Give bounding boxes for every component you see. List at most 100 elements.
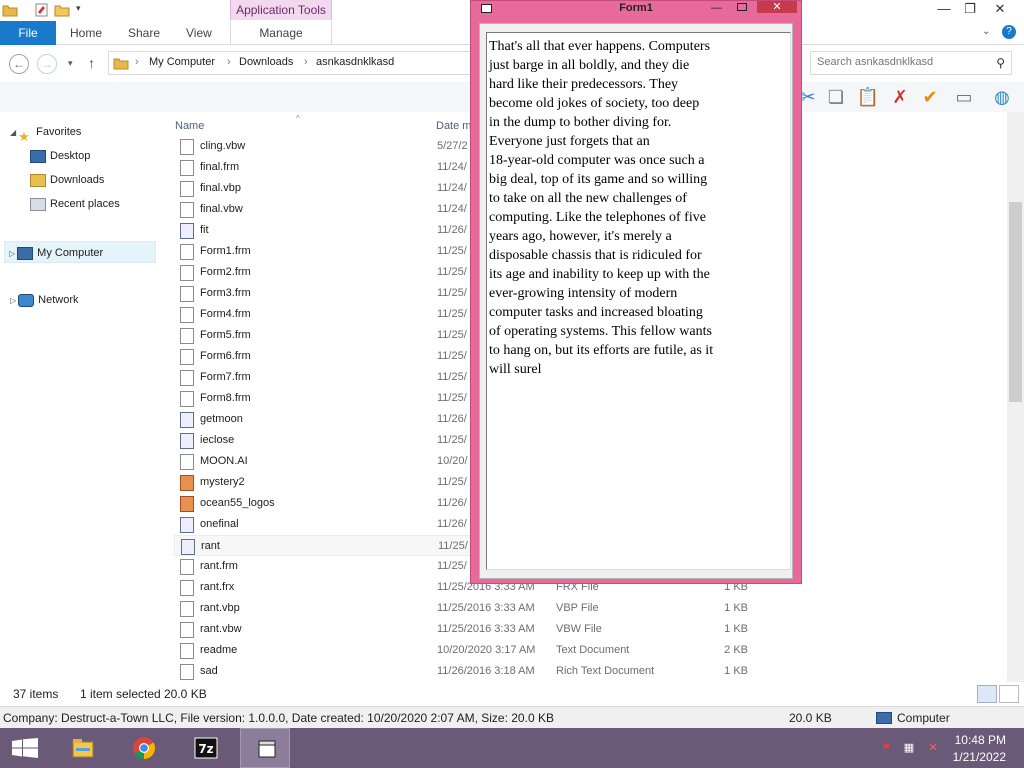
file-name: Form4.frm: [200, 308, 251, 320]
checkmark-icon[interactable]: ✔: [918, 85, 942, 109]
forward-button[interactable]: →: [37, 54, 57, 74]
file-type: Rich Text Document: [556, 665, 655, 677]
file-size: 1 KB: [724, 602, 748, 614]
folder-icon: [2, 5, 18, 17]
copy-icon[interactable]: ❏: [824, 85, 848, 109]
rant-textbox[interactable]: That's all that ever happens. Computers …: [486, 32, 791, 570]
document-icon: [180, 559, 194, 575]
taskbar-7zip[interactable]: 7z: [180, 728, 230, 768]
tab-view[interactable]: View: [186, 21, 212, 45]
breadcrumb-my-computer[interactable]: My Computer: [149, 56, 215, 68]
file-name: Form5.frm: [200, 329, 251, 341]
recent-locations-icon[interactable]: ▾: [68, 58, 73, 69]
document-icon: [180, 328, 194, 344]
volume-muted-icon[interactable]: ✕: [926, 741, 940, 755]
maximize-button[interactable]: ❐: [956, 0, 984, 20]
file-name: rant.vbw: [200, 623, 242, 635]
folder-icon: [113, 58, 129, 70]
file-name: final.vbp: [200, 182, 241, 194]
file-date: 10/20/2020 3:17 AM: [437, 644, 536, 656]
executable-icon: [180, 433, 194, 449]
ribbon-expand-icon[interactable]: ⌄: [982, 26, 990, 37]
nav-my-computer[interactable]: ▷ My Computer: [4, 241, 156, 263]
nav-recent-places[interactable]: Recent places: [30, 193, 120, 215]
globe-icon[interactable]: ◍: [990, 85, 1014, 109]
delete-icon[interactable]: ✗: [888, 85, 912, 109]
selection-size: 20.0 KB: [164, 687, 207, 701]
up-icon[interactable]: ↑: [88, 55, 95, 71]
file-date: 11/25/: [437, 308, 467, 320]
tab-file[interactable]: File: [0, 21, 56, 45]
file-name: cling.vbw: [200, 140, 246, 152]
file-row[interactable]: sad 11/26/2016 3:18 AM Rich Text Document 1…: [174, 661, 794, 682]
search-box[interactable]: ⚲: [810, 51, 1012, 75]
nav-downloads[interactable]: Downloads: [30, 169, 104, 191]
minimize-button[interactable]: —: [930, 0, 958, 20]
file-date: 11/26/: [437, 413, 467, 425]
chrome-icon: [133, 737, 155, 759]
close-button[interactable]: ✕: [986, 0, 1014, 20]
file-name: onefinal: [200, 518, 239, 530]
item-count: 37 items: [13, 687, 59, 701]
file-date: 11/25/: [437, 371, 467, 383]
file-date: 11/24/: [437, 203, 467, 215]
file-row[interactable]: readme 10/20/2020 3:17 AM Text Document 2 K…: [174, 640, 794, 661]
file-date: 11/26/: [437, 224, 467, 236]
network-status-icon[interactable]: ▦: [902, 741, 916, 755]
new-folder-icon[interactable]: [54, 3, 70, 17]
file-size: 2 KB: [724, 644, 748, 656]
file-name: final.vbw: [200, 203, 243, 215]
form1-title: Form1: [619, 2, 653, 14]
rename-icon[interactable]: ▭: [952, 85, 976, 109]
breadcrumb-downloads[interactable]: Downloads: [239, 56, 293, 68]
taskbar-form1[interactable]: [240, 728, 290, 768]
action-center-flag-icon[interactable]: ⚑: [879, 741, 893, 755]
contextual-tab-application-tools: Application Tools: [230, 0, 332, 20]
nav-desktop[interactable]: Desktop: [30, 145, 90, 167]
system-tray: ⚑ ▦ ✕ 10:48 PM 1/21/2022: [864, 728, 1024, 768]
file-row[interactable]: rant.vbp 11/25/2016 3:33 AM VBP File 1 KB: [174, 598, 794, 619]
breadcrumb-current-folder[interactable]: asnkasdnklkasd: [316, 56, 394, 68]
recent-places-icon: [30, 197, 46, 211]
form1-minimize-button[interactable]: —: [711, 2, 722, 14]
taskbar-chrome[interactable]: [118, 728, 168, 768]
file-date: 11/25/: [437, 560, 467, 572]
form1-title-bar[interactable]: Form1 — ✕: [471, 1, 801, 17]
form1-maximize-button[interactable]: [737, 3, 747, 11]
start-button[interactable]: [0, 728, 50, 768]
search-icon[interactable]: ⚲: [996, 56, 1005, 70]
file-name: rant.frm: [200, 560, 238, 572]
large-icons-view-button[interactable]: [999, 685, 1019, 703]
help-icon[interactable]: ?: [1002, 25, 1016, 39]
taskbar-file-explorer[interactable]: [57, 728, 107, 768]
file-size: 1 KB: [724, 665, 748, 677]
form1-close-button[interactable]: ✕: [757, 1, 797, 13]
tab-manage[interactable]: Manage: [230, 21, 332, 45]
document-icon: [180, 643, 194, 659]
search-input[interactable]: [817, 56, 987, 68]
column-header-name[interactable]: Name: [175, 120, 204, 132]
quick-access-dropdown-icon[interactable]: ▾: [76, 3, 81, 14]
computer-icon: [17, 246, 34, 260]
tab-share[interactable]: Share: [128, 21, 160, 45]
paste-icon[interactable]: 📋: [856, 85, 880, 109]
file-type: VBP File: [556, 602, 599, 614]
properties-icon[interactable]: [34, 3, 50, 17]
file-size: 1 KB: [724, 623, 748, 635]
file-date: 11/25/: [438, 540, 468, 552]
tab-home[interactable]: Home: [70, 21, 102, 45]
vertical-scrollbar[interactable]: [1007, 112, 1024, 682]
file-date: 11/25/: [437, 266, 467, 278]
nav-favorites[interactable]: ◢ ★ Favorites: [10, 121, 81, 144]
column-header-date[interactable]: Date m: [436, 120, 471, 132]
details-view-button[interactable]: [977, 685, 997, 703]
file-name: sad: [200, 665, 218, 677]
details-size: 20.0 KB: [789, 711, 832, 725]
nav-network[interactable]: ▷ Network: [10, 289, 79, 311]
document-icon: [180, 286, 194, 302]
back-button[interactable]: ←: [9, 54, 29, 74]
clock-date[interactable]: 1/21/2022: [953, 750, 1006, 764]
scroll-thumb[interactable]: [1009, 202, 1022, 402]
file-row[interactable]: rant.vbw 11/25/2016 3:33 AM VBW File 1 KB: [174, 619, 794, 640]
clock-time[interactable]: 10:48 PM: [955, 733, 1006, 747]
